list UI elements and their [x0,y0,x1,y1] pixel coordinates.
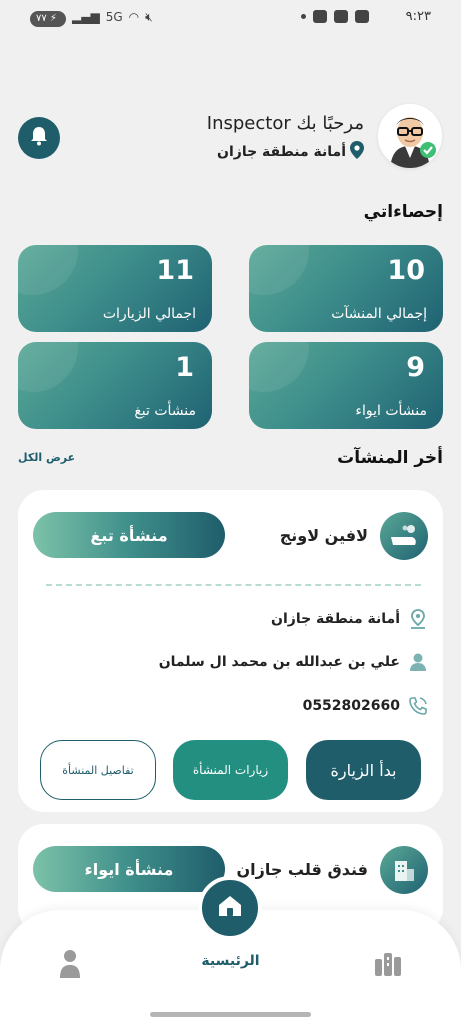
screenshot-icon [355,10,369,23]
home-nav-button[interactable] [198,876,262,940]
stat-card-tobacco[interactable]: 1 منشأت تبغ [18,342,212,429]
facility-name: فندق قلب جازان [236,860,368,879]
location-icon [408,609,428,629]
tobacco-icon [380,512,428,560]
profile-nav-button[interactable] [58,948,82,980]
hotel-icon [380,846,428,894]
facility-details-button[interactable]: تفاصيل المنشأة [40,740,156,800]
start-visit-button[interactable]: بدأ الزيارة [306,740,421,800]
dot-icon [301,14,306,19]
phone-row: 0552802660 [303,696,428,716]
message-icon [334,10,348,23]
greeting-text: مرحبًا بك Inspector [206,113,364,134]
owner-name: علي بن عبدالله بن محمد ال سلمان [158,654,400,670]
signal-icon: ▂▄▆ [72,10,100,24]
stat-card-accommodation[interactable]: 9 منشأت ايواء [249,342,443,429]
municipality-text: أمانة منطقة جازان [271,611,400,627]
notifications-button[interactable] [18,117,60,159]
avatar[interactable] [378,104,442,168]
stat-value: 11 [156,255,194,286]
municipality-row: أمانة منطقة جازان [271,609,428,629]
facility-type-badge: منشأة ايواء [33,846,225,892]
recent-facilities-title: أخر المنشآت [337,448,443,468]
bell-icon [30,126,48,150]
phone-number: 0552802660 [302,698,400,714]
mute-icon: 🔇︎ [145,10,153,24]
stat-label: منشأت تبغ [134,403,196,419]
stat-value: 9 [406,352,425,383]
status-time: ٩:٢٣ [405,9,431,24]
buildings-icon [375,953,401,976]
owner-row: علي بن عبدالله بن محمد ال سلمان [159,652,428,672]
battery-icon: ٧٧ ⚡ [30,11,66,27]
stats-nav-button[interactable] [374,951,402,977]
stat-label: اجمالي الزيارات [102,306,196,322]
location-text: أمانة منطقة جازان [217,144,346,160]
facility-type-badge: منشأة تبغ [33,512,225,558]
profile-icon [60,950,80,978]
stat-label: إجمالي المنشآت [331,306,427,322]
home-indicator [150,1012,311,1017]
wifi-icon: ◠ [128,10,140,24]
stats-title: إحصاءاتي [363,202,443,222]
phone-icon [408,696,428,716]
stat-value: 10 [387,255,425,286]
facility-visits-button[interactable]: زيارات المنشأة [173,740,288,800]
network-type: 5G [105,10,123,24]
home-icon [217,894,243,922]
stat-card-total-visits[interactable]: 11 اجمالي الزيارات [18,245,212,332]
location-row: أمانة منطقة جازان [217,141,364,163]
location-pin-icon [350,141,364,163]
view-all-link[interactable]: عرض الكل [18,451,75,464]
person-icon [408,652,428,672]
facility-name: لافين لاونج [279,526,368,545]
stat-card-total-facilities[interactable]: 10 إجمالي المنشآت [249,245,443,332]
chat-icon [313,10,327,23]
network-icons: ▂▄▆ 5G ◠ 🔇︎ [72,10,153,25]
inspector-avatar-icon [378,104,442,168]
status-bar: ٧٧ ⚡ ▂▄▆ 5G ◠ 🔇︎ ٩:٢٣ [0,0,461,36]
stat-value: 1 [175,352,194,383]
notification-icons [301,10,369,23]
divider [46,584,421,586]
facility-card[interactable]: لافين لاونج منشأة تبغ أمانة منطقة جازان … [18,490,443,812]
stat-label: منشأت ايواء [355,403,427,419]
